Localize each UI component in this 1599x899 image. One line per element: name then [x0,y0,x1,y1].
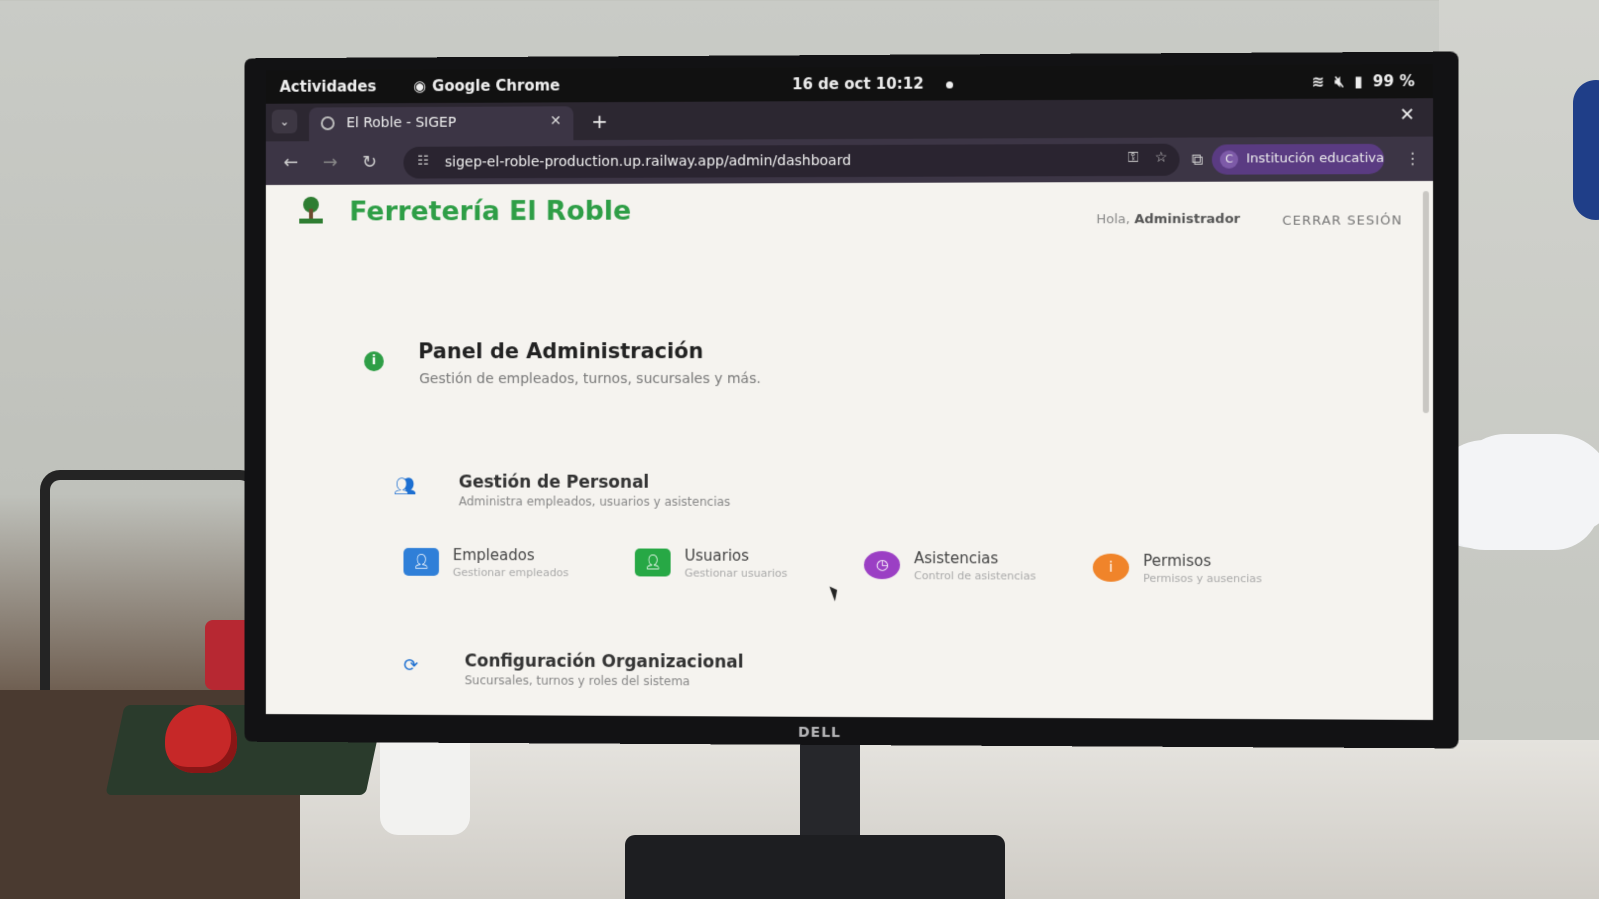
close-tab-icon[interactable]: ✕ [550,113,562,129]
scrollbar[interactable] [1422,191,1429,414]
new-tab-button[interactable]: + [591,109,608,133]
forward-icon[interactable]: → [323,152,338,173]
cup [380,740,470,835]
mouse-cursor [829,584,841,602]
chrome-icon: ◉ [413,77,427,96]
monitor-stand [800,740,860,850]
battery-level: 99 % [1372,72,1415,91]
monitor-stand-base [625,835,1005,899]
bookmark-star-icon[interactable]: ☆ [1155,150,1168,166]
activities-button[interactable]: Actividades [280,77,377,95]
profile-avatar: C [1219,150,1239,169]
sync-icon: ⟳ [403,655,419,677]
section-subtitle-personal: Administra empleados, usuarios y asisten… [458,494,731,509]
system-top-bar: Actividades ◉ Google Chrome 16 de oct 10… [265,63,1434,104]
url-text: sigep-el-roble-production.up.railway.app… [444,152,852,171]
greeting: Hola, Administrador [1096,212,1240,227]
card-subtitle: Gestionar empleados [452,565,569,580]
browser-tab[interactable]: El Roble - SIGEP ✕ [309,106,574,142]
clock[interactable]: 16 de oct 10:12 [792,75,924,94]
browser-toolbar: ← → ↻ ☷ sigep-el-roble-production.up.rai… [265,136,1434,186]
back-icon[interactable]: ← [284,152,299,173]
card-title: Asistencias [914,549,999,568]
page-subtitle: Gestión de empleados, turnos, sucursales… [419,371,761,388]
key-icon[interactable]: ⚿ [1128,150,1139,166]
globe-icon [320,116,335,131]
reload-icon[interactable]: ↻ [362,152,377,173]
brand-name[interactable]: Ferretería El Roble [349,196,631,228]
tab-search-button[interactable]: ⌄ [271,109,298,134]
tab-strip: ⌄ El Roble - SIGEP ✕ + ✕ [265,98,1434,142]
monitor-brand: DELL [798,724,842,741]
section-subtitle-config: Sucursales, turnos y roles del sistema [464,673,690,689]
monitor: Actividades ◉ Google Chrome 16 de oct 10… [244,51,1459,749]
profile-label: Institución educativa [1246,150,1385,167]
user-add-icon: 👤︎ [634,548,671,577]
page-title: Panel de Administración [418,339,704,364]
greeting-prefix: Hola, [1096,212,1131,228]
chevron-down-icon: ⌄ [279,114,290,129]
info-circle-icon: i [1092,553,1130,582]
section-title-config: Configuración Organizacional [464,651,744,673]
battery-icon: ▮ [1354,72,1363,91]
mute-icon: 🔇︎ [1334,72,1345,91]
card-subtitle: Gestionar usuarios [684,566,788,580]
card-title: Permisos [1143,551,1212,570]
system-status[interactable]: ≋ 🔇︎ ▮ 99 % [1312,72,1415,91]
clock-icon: ◷ [863,551,901,580]
logout-button[interactable]: CERRAR SESIÓN [1282,213,1402,228]
tree-logo-icon [299,196,323,224]
wifi-icon: ≋ [1311,72,1325,91]
greeting-user: Administrador [1134,211,1241,228]
people-icon: 👥︎ [393,476,417,498]
card-subtitle: Permisos y ausencias [1143,571,1263,586]
address-bar[interactable]: ☷ sigep-el-roble-production.up.railway.a… [403,143,1180,179]
card-title: Empleados [452,546,535,565]
card-title: Usuarios [684,546,750,565]
app-menu[interactable]: ◉ Google Chrome [413,76,560,95]
profile-button[interactable]: C Institución educativa [1211,143,1385,175]
extensions-icon[interactable]: ⧉ [1192,150,1204,170]
person-icon: 👤︎ [403,547,439,576]
web-page: Ferretería El Roble Hola, Administrador … [265,180,1434,720]
section-title-personal: Gestión de Personal [458,472,650,493]
info-icon: i [364,351,384,372]
notification-dot [946,81,954,89]
computer-mouse [165,705,237,773]
address-bar-actions: ⚿ ☆ [1128,150,1168,166]
blue-object [1573,80,1599,220]
tab-title: El Roble - SIGEP [346,114,457,132]
site-info-icon[interactable]: ☷ [417,154,428,169]
card-subtitle: Control de asistencias [914,569,1036,583]
app-name: Google Chrome [432,76,561,96]
screen: Actividades ◉ Google Chrome 16 de oct 10… [265,63,1434,720]
menu-icon[interactable]: ⋮ [1405,149,1421,168]
window-close-icon[interactable]: ✕ [1399,104,1414,125]
